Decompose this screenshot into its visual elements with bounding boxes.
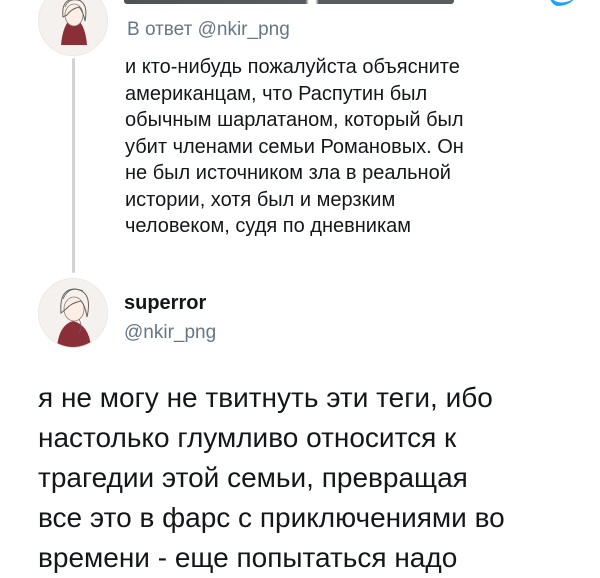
reply-text-line: человеком, судя по дневникам — [125, 215, 412, 237]
main-text-line: я не могу не твитнуть эти теги, ибо — [38, 382, 493, 413]
reply-text-line: не был источником зла в реальной — [125, 162, 451, 184]
main-tweet-text: я не могу не твитнуть эти теги, ибо наст… — [38, 378, 598, 578]
reply-text-line: американцам, что Распутин был — [125, 82, 428, 105]
reply-tweet-text: и кто-нибудь пожалуйста объясните америк… — [125, 54, 570, 240]
main-text-line: трагедии этой семьи, превращая — [38, 462, 468, 493]
thread-connector-line — [72, 58, 75, 273]
main-text-line: времени - еще попытаться надо — [38, 542, 458, 573]
reply-text-line: обычным шарлатаном, который был — [125, 109, 464, 131]
main-text-line: все это в фарс с приключениями во — [38, 502, 505, 533]
reply-handle-link[interactable]: @nkir_png — [198, 19, 290, 40]
avatar[interactable] — [38, 0, 108, 56]
reply-text-line: истории, хотя был и мерзким — [125, 188, 396, 211]
cropped-header-name — [124, 0, 454, 4]
main-text-line: настолько глумливо относится к — [38, 422, 457, 453]
user-avatar-illustration-icon — [39, 279, 107, 347]
reply-text-line: и кто-нибудь пожалуйста объясните — [125, 56, 460, 78]
reply-to-label: В ответ @nkir_png — [127, 19, 290, 41]
user-handle[interactable]: @nkir_png — [124, 322, 216, 344]
reply-text-line: убит членами семьи Романовых. Он — [125, 135, 464, 158]
avatar[interactable] — [38, 278, 108, 348]
user-avatar-illustration-icon — [39, 0, 107, 55]
reply-prefix: В ответ — [127, 19, 193, 40]
display-name[interactable]: superror — [124, 292, 206, 315]
twitter-bird-icon — [550, 0, 574, 6]
